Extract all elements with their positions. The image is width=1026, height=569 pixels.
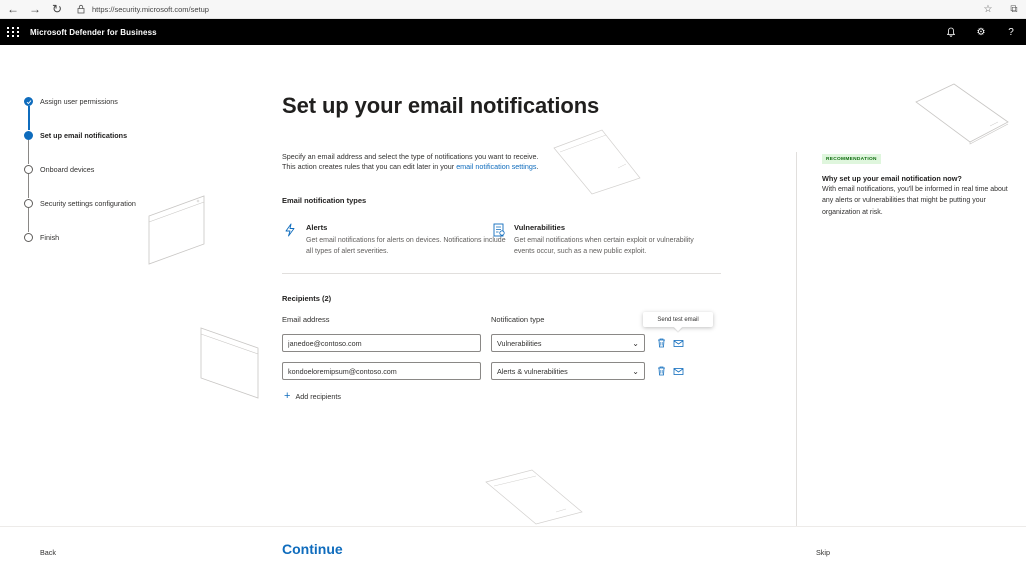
intro-text: Specify an email address and select the …	[282, 152, 582, 172]
email-field[interactable]	[282, 362, 481, 380]
vulnerabilities-type-card: Vulnerabilities Get email notifications …	[492, 223, 714, 257]
help-icon[interactable]: ?	[1004, 25, 1018, 39]
pending-step-icon	[24, 165, 33, 174]
step-connector	[28, 208, 29, 232]
alerts-description: Get email notifications for alerts on de…	[306, 237, 506, 255]
lightning-icon	[284, 223, 298, 237]
step-label: Security settings configuration	[40, 199, 136, 208]
recommendation-badge: RECOMMENDATION	[822, 154, 881, 164]
address-bar[interactable]: https://security.microsoft.com/setup	[76, 4, 209, 14]
send-email-icon[interactable]	[672, 365, 684, 377]
selected-value: Alerts & vulnerabilities	[497, 366, 568, 376]
notifications-bell-icon[interactable]	[944, 25, 958, 39]
report-icon	[492, 223, 506, 237]
plus-icon: +	[284, 390, 291, 402]
email-notification-settings-link[interactable]: email notification settings	[456, 162, 536, 171]
email-address-column-header: Email address	[282, 315, 330, 324]
step-assign-user-permissions[interactable]: Assign user permissions	[24, 95, 136, 130]
browser-toolbar: ← → ↻ https://security.microsoft.com/set…	[0, 0, 1026, 19]
vulnerabilities-description: Get email notifications when certain exp…	[514, 237, 694, 255]
notification-type-column-header: Notification type	[491, 315, 545, 324]
app-launcher-icon[interactable]	[6, 25, 20, 39]
recommendation-heading: Why set up your email notification now?	[822, 174, 962, 183]
intro-prefix: This action creates rules that you can e…	[282, 162, 457, 171]
app-header: Microsoft Defender for Business ⚙ ?	[0, 19, 1026, 45]
decorative-window-illustration	[200, 327, 259, 399]
selected-value: Vulnerabilities	[497, 338, 542, 348]
recommendation-body: With email notifications, you'll be info…	[822, 186, 1008, 216]
forward-arrow-icon[interactable]: →	[26, 0, 44, 18]
decorative-window-illustration	[485, 469, 583, 525]
step-label: Set up email notifications	[40, 131, 128, 140]
email-field[interactable]	[282, 334, 481, 352]
step-connector	[27, 106, 30, 130]
notification-type-dropdown[interactable]: Vulnerabilities ⌄	[491, 334, 645, 352]
step-label: Assign user permissions	[40, 97, 118, 106]
chevron-down-icon: ⌄	[632, 366, 639, 376]
section-divider	[282, 273, 721, 274]
notification-type-dropdown[interactable]: Alerts & vulnerabilities ⌄	[491, 362, 645, 380]
skip-button[interactable]: Skip	[816, 548, 830, 557]
panel-divider	[796, 152, 797, 526]
recipients-heading: Recipients (2)	[282, 294, 332, 303]
delete-icon[interactable]	[655, 365, 667, 377]
chevron-down-icon: ⌄	[632, 338, 639, 348]
app-title: Microsoft Defender for Business	[30, 27, 157, 37]
step-security-settings-configuration[interactable]: Security settings configuration	[24, 197, 136, 232]
vulnerabilities-title: Vulnerabilities	[514, 223, 565, 232]
pending-step-icon	[24, 233, 33, 242]
settings-gear-icon[interactable]: ⚙	[974, 25, 988, 39]
footer-divider	[0, 526, 1026, 527]
decorative-window-illustration	[148, 195, 205, 265]
intro-line-2: This action creates rules that you can e…	[282, 162, 582, 172]
intro-suffix: .	[536, 162, 539, 171]
refresh-icon[interactable]: ↻	[48, 0, 66, 18]
pending-step-icon	[24, 199, 33, 208]
step-label: Finish	[40, 233, 60, 242]
add-recipients-button[interactable]: + Add recipients	[284, 390, 341, 402]
step-connector	[28, 174, 29, 198]
alerts-type-card: Alerts Get email notifications for alert…	[284, 223, 506, 257]
check-icon	[24, 97, 33, 106]
step-set-up-email-notifications[interactable]: Set up email notifications	[24, 129, 136, 164]
step-onboard-devices[interactable]: Onboard devices	[24, 163, 136, 198]
url-text: https://security.microsoft.com/setup	[92, 4, 209, 14]
email-notification-types-heading: Email notification types	[282, 196, 367, 205]
intro-line: Specify an email address and select the …	[282, 152, 539, 161]
lock-icon	[77, 4, 85, 14]
continue-button[interactable]: Continue	[282, 541, 343, 557]
collections-icon[interactable]: ⧉	[1008, 3, 1020, 15]
setup-steps: Assign user permissions Set up email not…	[24, 95, 136, 265]
delete-icon[interactable]	[655, 337, 667, 349]
send-email-icon[interactable]	[672, 337, 684, 349]
step-finish[interactable]: Finish	[24, 231, 136, 265]
send-test-email-tooltip: Send test email	[643, 312, 713, 327]
add-recipients-label: Add recipients	[295, 391, 341, 401]
current-step-icon	[24, 131, 33, 140]
page-title: Set up your email notifications	[282, 93, 600, 118]
back-arrow-icon[interactable]: ←	[4, 0, 22, 18]
favorite-star-icon[interactable]: ☆	[982, 3, 994, 15]
back-button[interactable]: Back	[40, 548, 56, 557]
step-label: Onboard devices	[40, 165, 95, 174]
decorative-window-illustration	[915, 83, 1009, 145]
alerts-title: Alerts	[306, 223, 328, 232]
step-connector	[28, 140, 29, 164]
